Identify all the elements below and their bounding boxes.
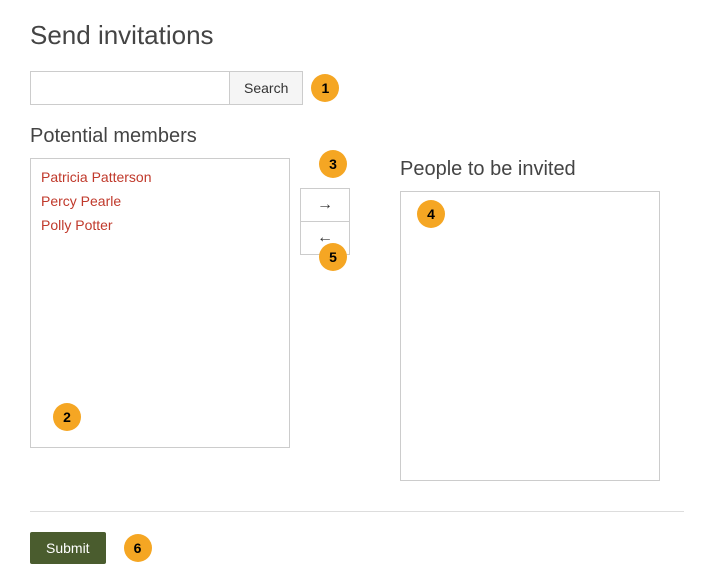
potential-members-label: Potential members (30, 125, 684, 148)
badge-1: 1 (311, 74, 339, 102)
list-item[interactable]: Patricia Patterson (31, 165, 289, 189)
potential-members-wrapper: Patricia Patterson Percy Pearle Polly Po… (30, 158, 290, 448)
move-right-button[interactable]: → (301, 189, 349, 222)
invited-list: 4 (400, 191, 660, 481)
badge-2: 2 (53, 403, 81, 431)
invited-label: People to be invited (400, 158, 660, 181)
list-item[interactable]: Percy Pearle (31, 189, 289, 213)
page-title: Send invitations (30, 20, 684, 51)
search-input[interactable] (30, 71, 230, 105)
arrow-panel: 3 → ← 5 (300, 158, 350, 255)
invited-list-wrapper: 4 (400, 191, 660, 481)
lists-container: Patricia Patterson Percy Pearle Polly Po… (30, 158, 684, 481)
search-button[interactable]: Search (230, 71, 303, 105)
divider (30, 511, 684, 512)
list-item[interactable]: Polly Potter (31, 213, 289, 237)
badge-6: 6 (124, 534, 152, 562)
submit-row: Submit 6 (30, 532, 684, 564)
submit-button[interactable]: Submit (30, 532, 106, 564)
potential-members-list: Patricia Patterson Percy Pearle Polly Po… (30, 158, 290, 448)
search-row: Search 1 (30, 71, 684, 105)
invited-section: People to be invited 4 (400, 158, 660, 481)
badge-5: 5 (319, 243, 347, 271)
badge-3: 3 (319, 150, 347, 178)
badge-4: 4 (417, 200, 445, 228)
